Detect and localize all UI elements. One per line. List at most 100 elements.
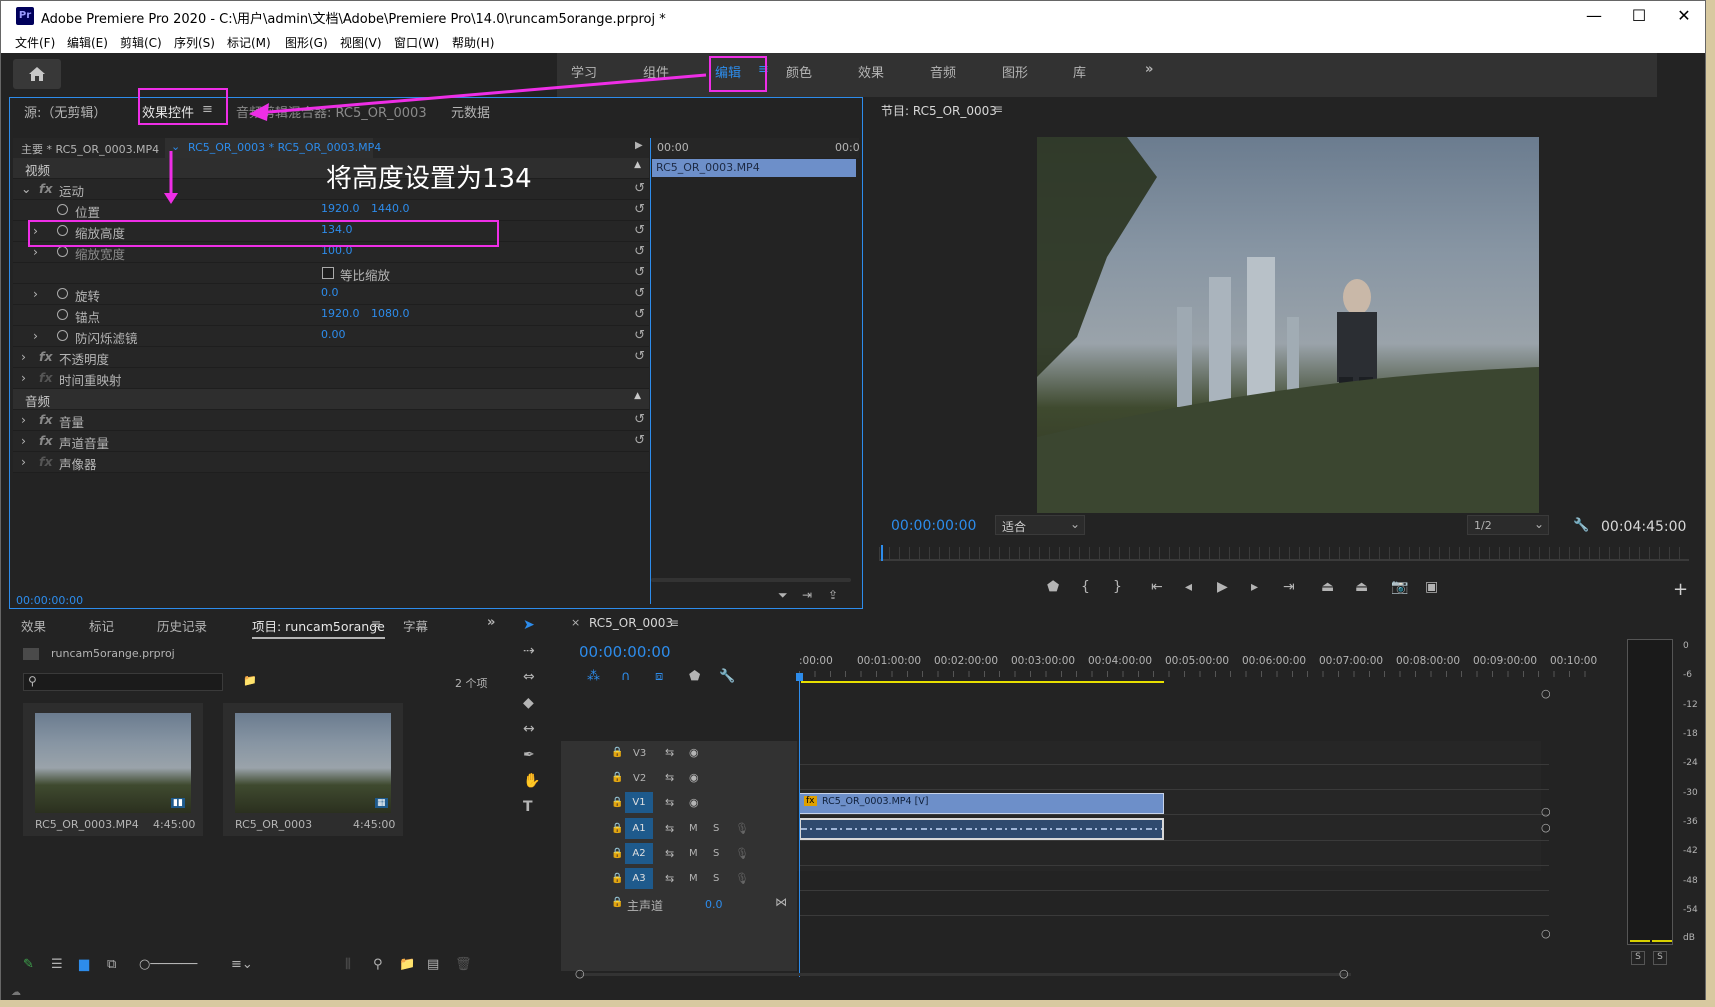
pencil-icon[interactable]: ✎ [23, 957, 34, 972]
program-timecode[interactable]: 00:00:00:00 [891, 518, 976, 534]
mic-icon[interactable]: 🎙 [735, 847, 749, 860]
program-zoom-bar[interactable] [879, 559, 1689, 561]
solo-button[interactable]: S [713, 848, 719, 859]
sync-lock-icon[interactable]: ⇆ [665, 746, 674, 759]
track-lane-v3[interactable] [799, 741, 1549, 765]
track-lane-v2[interactable] [799, 766, 1549, 790]
mute-button[interactable]: M [689, 823, 698, 834]
play-icon[interactable]: ▶ [1217, 579, 1228, 595]
timeline-tab[interactable]: RC5_OR_0003 [589, 616, 673, 630]
timeline-ruler[interactable]: :00:00 00:01:00:00 00:02:00:00 00:03:00:… [799, 655, 1597, 695]
program-title[interactable]: 节目: RC5_OR_0003 [881, 102, 997, 119]
nest-icon[interactable]: ⁂ [587, 669, 600, 684]
mark-out-icon[interactable]: } [1113, 579, 1122, 595]
track-name-a3[interactable]: A3 [625, 868, 653, 889]
project-menu-icon[interactable]: ≡ [371, 616, 381, 631]
track-lane-a3[interactable] [799, 867, 1549, 891]
lock-icon[interactable]: 🔒 [611, 897, 623, 908]
fit-dropdown[interactable]: 适合 ⌄ [995, 515, 1085, 535]
solo-button[interactable]: S [713, 823, 719, 834]
project-item-card[interactable]: ▮▮ RC5_OR_0003.MP4 4:45:00 [23, 703, 203, 836]
mic-icon[interactable]: 🎙 [735, 872, 749, 885]
sync-lock-icon[interactable]: ⇆ [665, 771, 674, 784]
lock-icon[interactable]: 🔒 [611, 873, 623, 884]
icon-view-icon[interactable]: ▆ [79, 957, 89, 972]
project-search-input[interactable]: ⚲ [23, 673, 223, 691]
go-to-end-icon[interactable]: ⋈ [775, 895, 787, 909]
cloud-sync-icon[interactable]: ☁ [11, 987, 21, 998]
mark-in-icon[interactable]: { [1081, 579, 1090, 595]
solo-left-button[interactable]: S [1631, 951, 1645, 965]
track-lane-a2[interactable] [799, 842, 1549, 866]
step-forward-icon[interactable]: ▸ [1251, 579, 1258, 595]
program-menu-icon[interactable]: ≡ [993, 102, 1003, 116]
project-item-card[interactable]: ▦ RC5_OR_0003 4:45:00 [223, 703, 403, 836]
program-video-frame[interactable] [1037, 137, 1539, 513]
find-icon[interactable]: ⚲ [373, 957, 383, 972]
resolution-dropdown[interactable]: 1/2 ⌄ [1467, 515, 1549, 535]
mute-button[interactable]: M [689, 848, 698, 859]
playhead-handle[interactable] [796, 673, 803, 681]
eye-icon[interactable]: ◉ [689, 746, 699, 759]
timeline-settings-icon[interactable]: 🔧 [719, 669, 735, 684]
new-bin-icon[interactable]: 📁 [399, 957, 415, 972]
razor-tool-icon[interactable]: ◆ [523, 695, 534, 711]
step-back-icon[interactable]: ◂ [1185, 579, 1192, 595]
track-name-v2[interactable]: V2 [633, 773, 646, 784]
solo-right-button[interactable]: S [1653, 951, 1667, 965]
tab-project[interactable]: 项目: runcam5orange [252, 616, 385, 639]
zoom-slider[interactable]: ○────── [139, 957, 197, 972]
sync-lock-icon[interactable]: ⇆ [665, 872, 674, 885]
tab-effects[interactable]: 效果 [21, 616, 46, 635]
work-area-bar[interactable] [801, 681, 1164, 683]
track-name-v1[interactable]: V1 [625, 792, 653, 813]
mic-icon[interactable]: 🎙 [735, 822, 749, 835]
lock-icon[interactable]: 🔒 [611, 848, 623, 859]
vertical-scroll-handle[interactable]: ○ [1541, 821, 1551, 834]
track-name-a2[interactable]: A2 [625, 843, 653, 864]
scroll-handle-right[interactable]: ○ [1339, 967, 1349, 980]
ripple-edit-tool-icon[interactable]: ⇔ [523, 669, 535, 685]
lift-icon[interactable]: ⏏ [1321, 579, 1334, 595]
eye-icon[interactable]: ◉ [689, 771, 699, 784]
lock-icon[interactable]: 🔒 [611, 823, 623, 834]
extract-icon[interactable]: ⏏ [1355, 579, 1368, 595]
snap-icon[interactable]: ∩ [621, 669, 631, 684]
program-playhead[interactable] [881, 545, 883, 561]
lock-icon[interactable]: 🔒 [611, 772, 623, 783]
selection-tool-icon[interactable]: ➤ [523, 617, 535, 633]
tab-history[interactable]: 历史记录 [157, 616, 207, 635]
tab-captions[interactable]: 字幕 [403, 616, 428, 635]
go-to-out-icon[interactable]: ⇥ [1283, 579, 1295, 595]
hand-tool-icon[interactable]: ✋ [523, 773, 540, 789]
comparison-view-icon[interactable]: ▣ [1425, 579, 1438, 595]
linked-selection-icon[interactable]: ⧈ [655, 669, 663, 684]
lock-icon[interactable]: 🔒 [611, 747, 623, 758]
track-name-a1[interactable]: A1 [625, 818, 653, 839]
scroll-handle-left[interactable]: ○ [575, 967, 585, 980]
vertical-scroll-handle[interactable]: ○ [1541, 805, 1551, 818]
slip-tool-icon[interactable]: ↔ [523, 721, 535, 737]
new-bin-from-search-icon[interactable]: 📁 [243, 674, 257, 687]
add-button-icon[interactable]: + [1673, 579, 1688, 600]
eye-icon[interactable]: ◉ [689, 796, 699, 809]
list-view-icon[interactable]: ☰ [51, 957, 63, 972]
sync-lock-icon[interactable]: ⇆ [665, 847, 674, 860]
more-panels-icon[interactable]: » [487, 615, 495, 630]
pen-tool-icon[interactable]: ✒ [523, 747, 535, 763]
track-name-v3[interactable]: V3 [633, 748, 646, 759]
tab-markers[interactable]: 标记 [89, 616, 114, 635]
timeline-menu-icon[interactable]: ≡ [669, 616, 679, 630]
type-tool-icon[interactable]: T [523, 799, 533, 815]
vertical-scroll-handle[interactable]: ○ [1541, 687, 1551, 700]
go-to-in-icon[interactable]: ⇤ [1151, 579, 1163, 595]
mute-button[interactable]: M [689, 873, 698, 884]
lock-icon[interactable]: 🔒 [611, 797, 623, 808]
wrench-icon[interactable]: 🔧 [1573, 518, 1589, 533]
track-select-tool-icon[interactable]: ⇢ [523, 643, 535, 659]
sync-lock-icon[interactable]: ⇆ [665, 796, 674, 809]
master-track-value[interactable]: 0.0 [705, 898, 723, 911]
timeline-horizontal-scrollbar[interactable] [581, 973, 1351, 976]
sync-lock-icon[interactable]: ⇆ [665, 822, 674, 835]
close-tab-icon[interactable]: × [571, 616, 580, 629]
